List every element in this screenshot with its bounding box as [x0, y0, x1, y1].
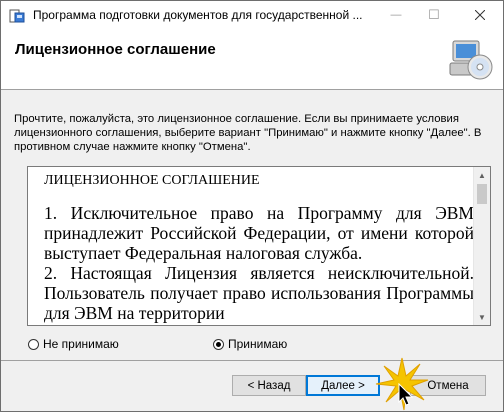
- scroll-down-arrow-icon[interactable]: ▼: [474, 309, 490, 325]
- accept-radio-label: Принимаю: [228, 337, 288, 351]
- app-installer-icon: [9, 9, 25, 23]
- mouse-cursor-icon: [398, 383, 414, 406]
- title-bar[interactable]: Программа подготовки документов для госу…: [1, 1, 503, 29]
- close-button[interactable]: [457, 1, 503, 29]
- instructions-text: Прочтите, пожалуйста, это лицензионное с…: [14, 113, 482, 153]
- back-button[interactable]: < Назад: [232, 375, 306, 396]
- computer-disc-icon: [449, 40, 493, 80]
- close-icon: [475, 10, 485, 20]
- maximize-button[interactable]: ☐: [411, 1, 457, 29]
- license-heading: ЛИЦЕНЗИОННОЕ СОГЛАШЕНИЕ: [44, 173, 260, 188]
- accept-radio-circle[interactable]: [213, 338, 224, 350]
- decline-radio[interactable]: Не принимаю: [28, 337, 119, 351]
- next-button[interactable]: Далее >: [306, 375, 380, 396]
- radio-selected-dot: [216, 341, 221, 347]
- license-paragraph: 1. Исключительное право на Программу для…: [44, 203, 474, 263]
- minimize-icon: —: [390, 9, 402, 21]
- page-title: Лицензионное соглашение: [15, 41, 216, 58]
- vertical-scrollbar[interactable]: ▲ ▼: [473, 167, 490, 325]
- decline-radio-circle[interactable]: [28, 338, 39, 350]
- decline-radio-label: Не принимаю: [43, 337, 119, 351]
- window-title: Программа подготовки документов для госу…: [33, 8, 363, 22]
- license-paragraph: 2. Настоящая Лицензия является неисключи…: [44, 263, 474, 323]
- accept-radio[interactable]: Принимаю: [213, 337, 287, 351]
- maximize-icon: ☐: [428, 7, 440, 22]
- license-text-area[interactable]: ЛИЦЕНЗИОННОЕ СОГЛАШЕНИЕ 1. Исключительно…: [27, 166, 491, 326]
- scroll-up-arrow-icon[interactable]: ▲: [474, 167, 490, 183]
- license-content: ЛИЦЕНЗИОННОЕ СОГЛАШЕНИЕ 1. Исключительно…: [44, 173, 474, 323]
- scrollbar-thumb[interactable]: [477, 184, 487, 204]
- wizard-header: Лицензионное соглашение: [1, 29, 503, 90]
